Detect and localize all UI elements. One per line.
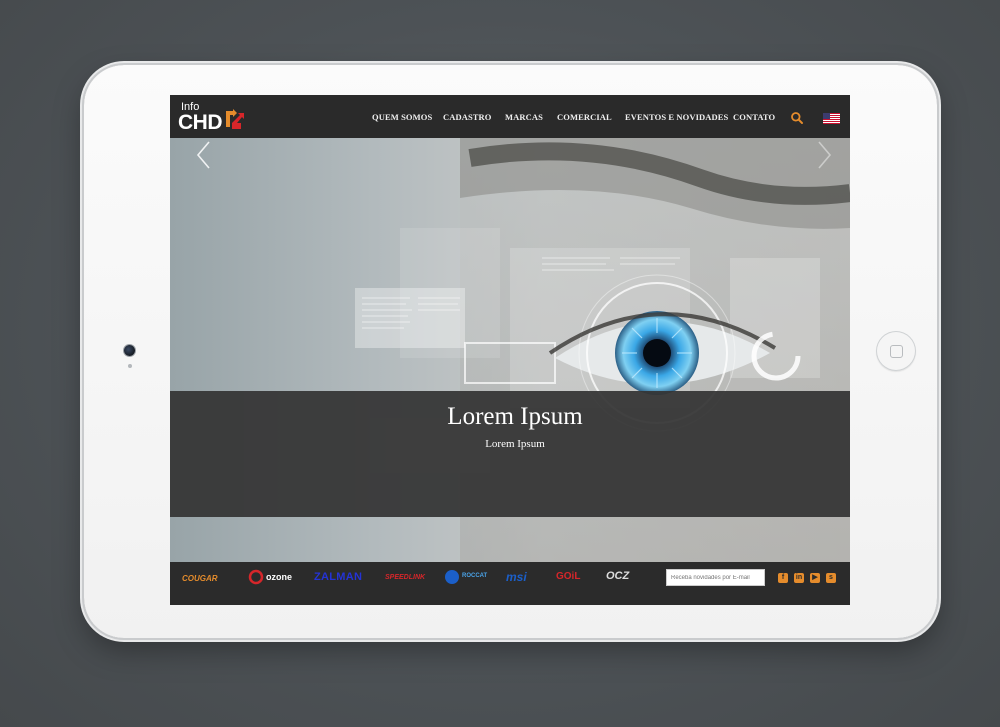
light-sensor bbox=[128, 364, 132, 368]
brand-ocz[interactable]: OCZ bbox=[606, 570, 629, 590]
chevron-right-icon[interactable] bbox=[814, 138, 834, 172]
front-camera bbox=[124, 345, 135, 356]
nav-contato[interactable]: CONTATO bbox=[733, 112, 775, 122]
search-icon[interactable] bbox=[790, 111, 804, 125]
roccat-logo-icon bbox=[445, 570, 459, 584]
newsletter-email-input[interactable] bbox=[666, 569, 765, 586]
main-nav: QUEM SOMOS CADASTRO MARCAS COMERCIAL EVE… bbox=[170, 95, 850, 138]
website-screen: Info CHD QUEM SOMOS CADASTRO MARCAS COME… bbox=[170, 95, 850, 605]
nav-eventos-e-novidades[interactable]: EVENTOS E NOVIDADES bbox=[625, 112, 728, 122]
brand-roccat[interactable]: ROCCAT bbox=[462, 573, 487, 593]
home-square-icon bbox=[890, 345, 903, 358]
hero-title: Lorem Ipsum bbox=[447, 403, 583, 430]
us-flag-icon[interactable] bbox=[823, 113, 840, 124]
ozone-logo-icon bbox=[248, 569, 264, 585]
site-header: Info CHD QUEM SOMOS CADASTRO MARCAS COME… bbox=[170, 95, 850, 138]
nav-cadastro[interactable]: CADASTRO bbox=[443, 112, 492, 122]
hero-subtitle: Lorem Ipsum bbox=[485, 438, 545, 450]
brand-goil[interactable]: GOiL bbox=[556, 571, 580, 591]
nav-marcas[interactable]: MARCAS bbox=[505, 112, 543, 122]
brand-msi[interactable]: msi bbox=[506, 570, 527, 590]
facebook-icon[interactable]: f bbox=[778, 573, 788, 583]
youtube-icon[interactable]: ▶ bbox=[810, 573, 820, 583]
chevron-left-icon[interactable] bbox=[194, 138, 214, 172]
brand-zalman[interactable]: ZALMAN bbox=[314, 571, 362, 591]
linkedin-icon[interactable]: in bbox=[794, 573, 804, 583]
hero-caption-band: Lorem Ipsum Lorem Ipsum bbox=[170, 391, 850, 517]
hero-slider: Lorem Ipsum Lorem Ipsum bbox=[170, 138, 850, 562]
nav-comercial[interactable]: COMERCIAL bbox=[557, 112, 612, 122]
skype-icon[interactable]: s bbox=[826, 573, 836, 583]
brand-speedlink[interactable]: SPEEDLINK bbox=[385, 574, 425, 594]
site-footer: COUGAR ozone ZALMAN SPEEDLINK ROCCAT msi… bbox=[170, 562, 850, 605]
brand-ozone[interactable]: ozone bbox=[266, 572, 292, 592]
home-button[interactable] bbox=[876, 331, 916, 371]
nav-quem-somos[interactable]: QUEM SOMOS bbox=[372, 112, 432, 122]
brand-cougar[interactable]: COUGAR bbox=[182, 574, 218, 594]
